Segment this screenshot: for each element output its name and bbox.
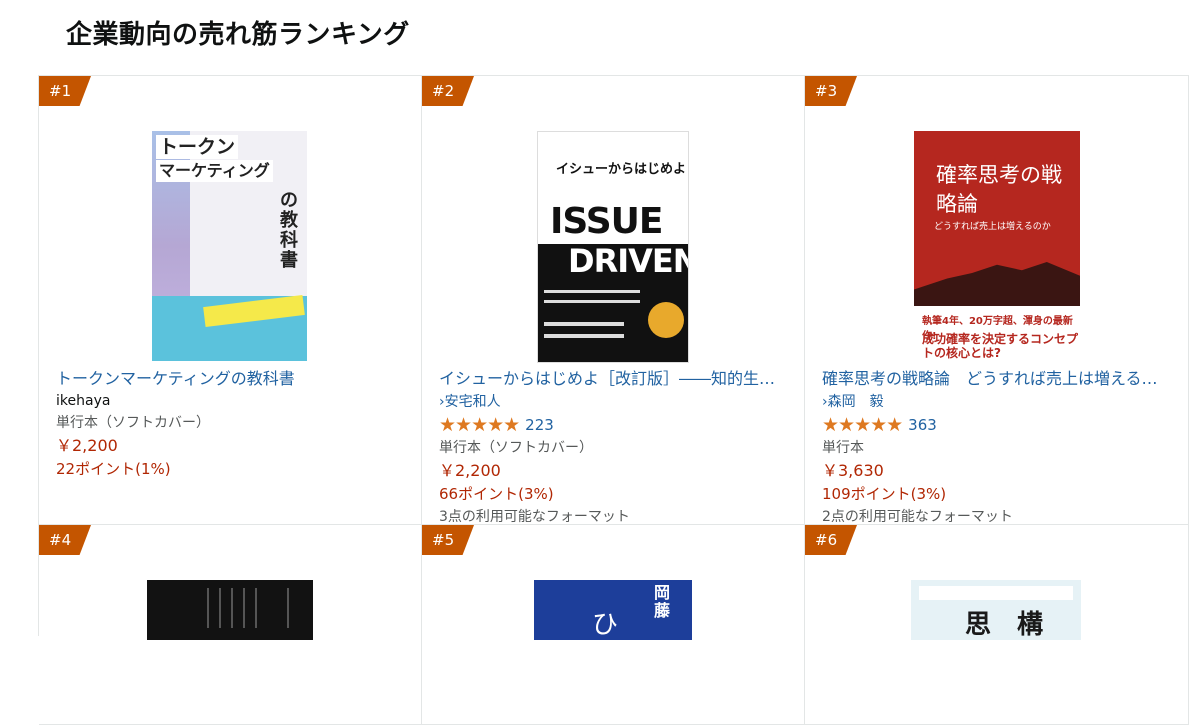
book-cover-image[interactable]: 確率思考の戦略論 どうすれば売上は増えるのか 執筆4年、20万字超、渾身の最新作… (914, 131, 1080, 363)
price: ￥2,200 (439, 461, 501, 480)
rank-badge: #2 (422, 76, 474, 106)
book-format: 単行本（ソフトカバー） (439, 440, 593, 456)
points: 66ポイント(3%) (439, 485, 554, 503)
rank-badge: #4 (39, 525, 91, 555)
product-card-5[interactable]: #5 岡藤 ひ (422, 525, 805, 725)
star-rating-icon: ★★★★★ (822, 414, 903, 436)
points: 22ポイント(1%) (56, 460, 171, 478)
product-card-2[interactable]: #2 イシューからはじめよ ISSUE DRIVEN+ イシューからはじめよ［改… (422, 76, 805, 525)
price: ￥3,630 (822, 461, 884, 480)
book-cover-image[interactable]: トークン マーケティング の教科書 (152, 131, 307, 361)
product-card-6[interactable]: #6 思 構 (805, 525, 1189, 725)
rating-count-link[interactable]: 363 (908, 416, 937, 434)
page-title: 企業動向の売れ筋ランキング (66, 20, 410, 50)
available-formats-note[interactable]: 2点の利用可能なフォーマット (822, 506, 1174, 524)
book-title-link[interactable]: トークンマーケティングの教科書 (56, 368, 407, 390)
author-name: ikehaya (56, 393, 111, 409)
product-card-1[interactable]: #1 トークン マーケティング の教科書 トークンマーケティングの教科書 ike… (39, 76, 422, 525)
rating[interactable]: ★★★★★ 223 (439, 413, 790, 437)
rating-count-link[interactable]: 223 (525, 416, 554, 434)
book-format: 単行本（ソフトカバー） (56, 415, 210, 431)
book-cover-image[interactable]: 思 構 (911, 580, 1081, 640)
author-link[interactable]: ›森岡 毅 (822, 394, 884, 410)
price: ￥2,200 (56, 436, 118, 455)
points: 109ポイント(3%) (822, 485, 947, 503)
book-title-link[interactable]: 確率思考の戦略論 どうすれば売上は増える… (822, 368, 1174, 390)
rank-badge: #1 (39, 76, 91, 106)
book-cover-image[interactable] (147, 580, 313, 640)
product-card-3[interactable]: #3 確率思考の戦略論 どうすれば売上は増えるのか 執筆4年、20万字超、渾身の… (805, 76, 1189, 525)
author-link[interactable]: ›安宅和人 (439, 394, 501, 410)
bestseller-grid: #1 トークン マーケティング の教科書 トークンマーケティングの教科書 ike… (38, 75, 1189, 725)
book-title-link[interactable]: イシューからはじめよ［改訂版］――知的生… (439, 368, 790, 390)
book-cover-image[interactable]: 岡藤 ひ (534, 580, 692, 640)
rank-badge: #5 (422, 525, 474, 555)
star-rating-icon: ★★★★★ (439, 414, 520, 436)
product-card-4[interactable]: #4 (39, 525, 422, 725)
available-formats-note[interactable]: 3点の利用可能なフォーマット (439, 506, 790, 524)
book-cover-image[interactable]: イシューからはじめよ ISSUE DRIVEN+ (537, 131, 689, 363)
rank-badge: #3 (805, 76, 857, 106)
rank-badge: #6 (805, 525, 857, 555)
book-format: 単行本 (822, 440, 864, 456)
rating[interactable]: ★★★★★ 363 (822, 413, 1174, 437)
